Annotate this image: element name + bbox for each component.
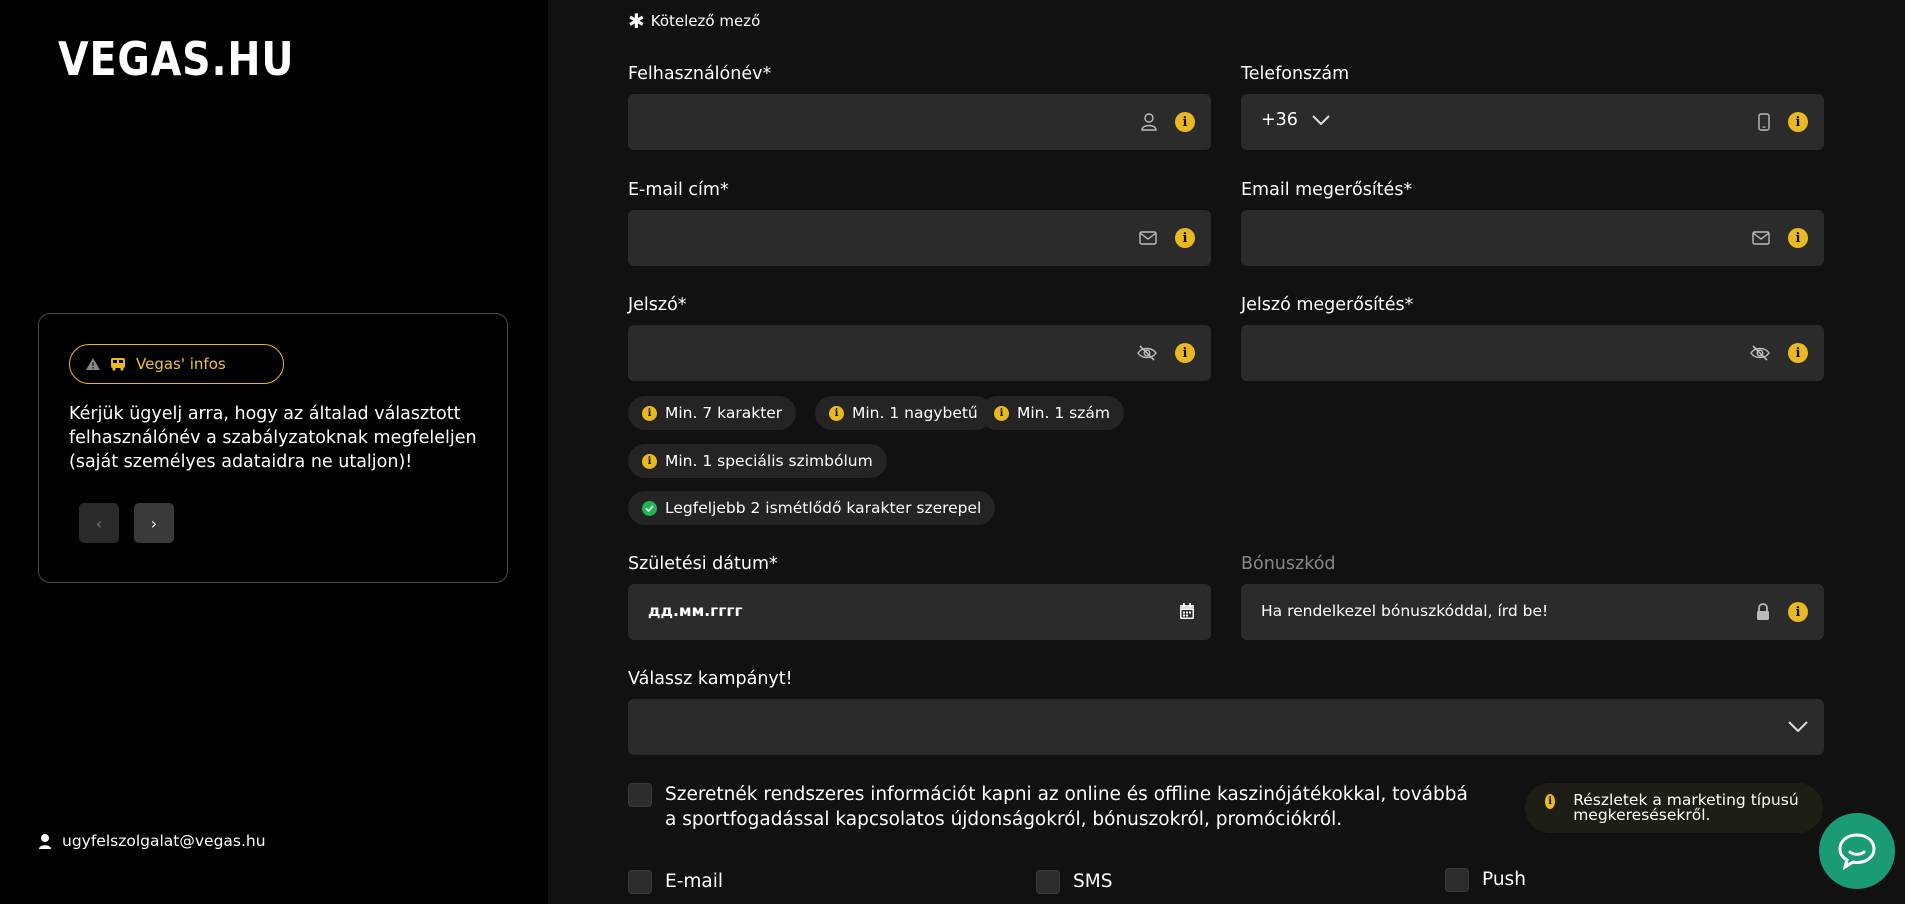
marketing-details-text: Részletek a marketing típusú megkeresése…: [1573, 791, 1799, 824]
marketing-consent-text: Szeretnék rendszeres információt kapni a…: [665, 784, 1468, 830]
required-note: ✱ Kötelező mező: [628, 9, 760, 33]
username-label: Felhasználónév*: [628, 64, 772, 84]
password-rule-chip: i Min. 1 speciális szimbólum: [628, 444, 887, 478]
info-icon: i: [642, 453, 657, 469]
password-rule-text: Legfeljebb 2 ismétlődő karakter szerepel: [665, 499, 982, 517]
password-confirm-label: Jelszó megerősítés*: [1241, 295, 1414, 315]
user-icon: [1141, 113, 1157, 131]
info-icon[interactable]: i: [1175, 228, 1195, 248]
password-rule-text: Min. 1 speciális szimbólum: [665, 452, 873, 470]
info-text: Kérjük ügyelj arra, hogy az általad vála…: [69, 404, 477, 472]
password-rule-chip: i Min. 7 karakter: [628, 396, 797, 430]
calendar-icon[interactable]: [1179, 602, 1195, 620]
push-channel-label: Push: [1482, 869, 1526, 890]
info-icon: i: [642, 405, 657, 421]
push-channel-checkbox[interactable]: [1445, 868, 1469, 892]
password-input[interactable]: i: [628, 325, 1211, 381]
eye-off-icon[interactable]: [1137, 345, 1157, 361]
campaign-label: Válassz kampányt!: [628, 669, 793, 689]
email-label: E-mail cím*: [628, 180, 729, 200]
mail-icon: [1752, 231, 1770, 245]
password-rule-text: Min. 1 szám: [1017, 404, 1110, 422]
bonus-input[interactable]: Ha rendelkezel bónuszkóddal, írd be! i: [1241, 584, 1824, 640]
password-rule-chip: Legfeljebb 2 ismétlődő karakter szerepel: [628, 491, 996, 525]
info-icon: i: [829, 405, 844, 421]
warning-icon: [86, 358, 100, 370]
sms-channel-checkbox[interactable]: [1036, 870, 1060, 894]
phone-input[interactable]: +36 i: [1241, 94, 1824, 150]
info-icon[interactable]: i: [1788, 228, 1808, 248]
marketing-consent-checkbox[interactable]: [628, 783, 652, 807]
phone-label: Telefonszám: [1241, 64, 1350, 84]
mail-icon: [1139, 231, 1157, 245]
phone-prefix-select[interactable]: +36: [1261, 110, 1330, 130]
registration-form: ✱ Kötelező mező Felhasználónév* i Telefo…: [548, 0, 1905, 904]
sms-channel-label: SMS: [1073, 871, 1113, 892]
email-channel-label: E-mail: [665, 871, 724, 892]
eye-off-icon[interactable]: [1750, 345, 1770, 361]
bonus-placeholder: Ha rendelkezel bónuszkóddal, írd be!: [1261, 602, 1549, 620]
logo[interactable]: VEGAS.HU: [58, 32, 294, 86]
password-rule-text: Min. 1 nagybetű: [852, 404, 978, 422]
sidebar: VEGAS.HU Vegas' infos Kérjük ügyelj arra…: [0, 0, 548, 904]
marketing-details-link[interactable]: i Részletek a marketing típusú megkeresé…: [1525, 783, 1823, 833]
info-icon[interactable]: i: [1788, 343, 1808, 363]
phone-icon: [1758, 113, 1770, 131]
chevron-down-icon: [1788, 721, 1808, 732]
birthdate-placeholder: дд.мм.гггг: [648, 602, 743, 620]
info-icon[interactable]: i: [1175, 112, 1195, 132]
info-icon: i: [994, 405, 1009, 421]
phone-prefix: +36: [1261, 110, 1298, 130]
info-badge: Vegas' infos: [69, 344, 284, 384]
username-input[interactable]: i: [628, 94, 1211, 150]
email-confirm-label: Email megerősítés*: [1241, 180, 1413, 200]
email-input[interactable]: i: [628, 210, 1211, 266]
password-rule-text: Min. 7 karakter: [665, 404, 783, 422]
info-badge-label: Vegas' infos: [136, 355, 226, 373]
info-icon: i: [1545, 794, 1556, 809]
info-icon[interactable]: i: [1788, 602, 1808, 622]
campaign-select[interactable]: [628, 699, 1824, 755]
bus-icon: [110, 357, 126, 371]
info-icon[interactable]: i: [1788, 112, 1808, 132]
asterisk-icon: ✱: [628, 9, 645, 33]
password-rule-chip: i Min. 1 szám: [980, 396, 1124, 430]
info-icon[interactable]: i: [1175, 343, 1195, 363]
bonus-label: Bónuszkód: [1241, 554, 1336, 574]
email-confirm-input[interactable]: i: [1241, 210, 1824, 266]
support-contact[interactable]: ugyfelszolgalat@vegas.hu: [38, 832, 266, 850]
chat-button[interactable]: [1819, 813, 1895, 889]
chat-icon: [1837, 832, 1877, 870]
email-channel-checkbox[interactable]: [628, 870, 652, 894]
required-note-text: Kötelező mező: [650, 12, 761, 30]
password-rule-chip: i Min. 1 nagybetű: [815, 396, 992, 430]
lock-icon: [1756, 603, 1770, 621]
next-button[interactable]: ›: [134, 503, 174, 543]
chevron-down-icon: [1312, 115, 1330, 125]
birthdate-label: Születési dátum*: [628, 554, 778, 574]
birthdate-input[interactable]: дд.мм.гггг: [628, 584, 1211, 640]
prev-button[interactable]: ‹: [79, 503, 119, 543]
check-circle-icon: [642, 500, 657, 516]
password-label: Jelszó*: [628, 295, 687, 315]
password-confirm-input[interactable]: i: [1241, 325, 1824, 381]
support-agent-icon: [38, 833, 52, 849]
info-card: Vegas' infos Kérjük ügyelj arra, hogy az…: [38, 313, 508, 583]
support-email[interactable]: ugyfelszolgalat@vegas.hu: [62, 832, 266, 850]
